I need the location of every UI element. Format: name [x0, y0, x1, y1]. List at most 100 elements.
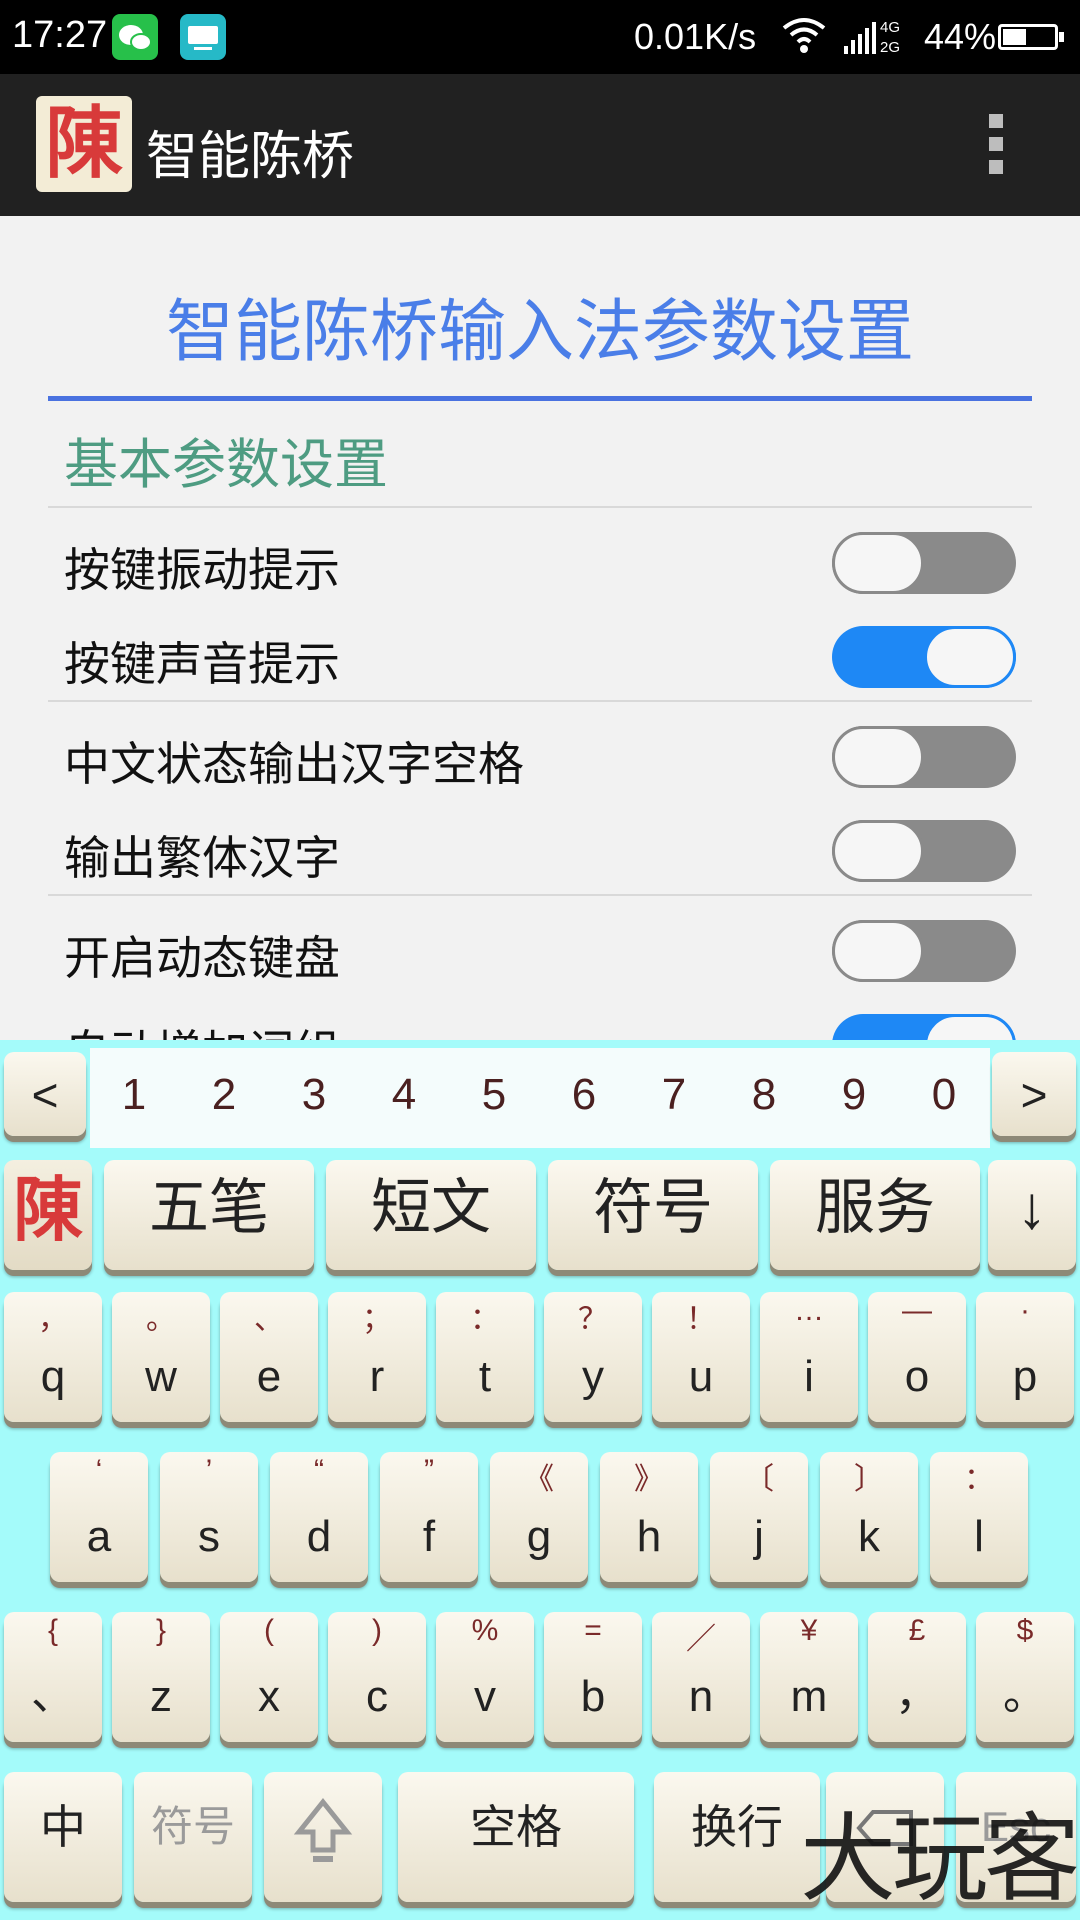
- key-primary-label: q: [40, 1352, 66, 1401]
- letter-key[interactable]: } z: [112, 1612, 210, 1742]
- letter-key[interactable]: % v: [436, 1612, 534, 1742]
- toggle-knob: [924, 1014, 1016, 1040]
- key-primary-label: p: [1012, 1352, 1038, 1401]
- app-title: 智能陈桥: [146, 127, 355, 187]
- shift-arrow-icon: [293, 1797, 353, 1862]
- letter-key[interactable]: ： t: [436, 1292, 534, 1422]
- key-secondary-label: …: [794, 1294, 824, 1327]
- key-secondary-label: —: [902, 1294, 932, 1327]
- candidate-prev-button[interactable]: <: [4, 1052, 86, 1136]
- letter-key[interactable]: ； r: [328, 1292, 426, 1422]
- app-logo: 陳: [36, 96, 132, 192]
- key-primary-label: x: [258, 1672, 280, 1721]
- setting-toggle[interactable]: [832, 1014, 1016, 1040]
- symbol-mode-key[interactable]: 符号: [134, 1772, 252, 1902]
- letter-key[interactable]: “d: [270, 1452, 368, 1582]
- setting-toggle[interactable]: [832, 920, 1016, 982]
- key-secondary-label: ／: [686, 1623, 716, 1656]
- number-key[interactable]: 7: [644, 1070, 704, 1120]
- setting-row[interactable]: 自动增加词组: [0, 1000, 1080, 1040]
- letter-key[interactable]: {、: [4, 1612, 102, 1742]
- key-secondary-label: ·: [1020, 1294, 1030, 1327]
- letter-key[interactable]: £，: [868, 1612, 966, 1742]
- key-primary-label: d: [306, 1512, 332, 1561]
- letter-key[interactable]: ， q: [4, 1292, 102, 1422]
- setting-label: 开启动态键盘: [64, 931, 340, 985]
- key-secondary-label: 。: [146, 1303, 176, 1336]
- toggle-knob: [832, 820, 924, 882]
- letter-key[interactable]: ) c: [328, 1612, 426, 1742]
- key-primary-label: g: [526, 1512, 552, 1561]
- key-primary-label: m: [790, 1672, 828, 1721]
- letter-key[interactable]: — o: [868, 1292, 966, 1422]
- enter-key[interactable]: 换行: [654, 1772, 820, 1902]
- key-primary-label: l: [974, 1512, 984, 1561]
- toggle-knob: [832, 920, 924, 982]
- letter-key[interactable]: … i: [760, 1292, 858, 1422]
- key-primary-label: v: [474, 1672, 496, 1721]
- number-key[interactable]: 1: [104, 1070, 164, 1120]
- letter-key[interactable]: ” f: [380, 1452, 478, 1582]
- setting-toggle[interactable]: [832, 820, 1016, 882]
- letter-key[interactable]: 》 h: [600, 1452, 698, 1582]
- letter-key[interactable]: 、 e: [220, 1292, 318, 1422]
- number-key[interactable]: 5: [464, 1070, 524, 1120]
- setting-row[interactable]: 开启动态键盘: [0, 906, 1080, 996]
- letter-key[interactable]: ： l: [930, 1452, 1028, 1582]
- key-secondary-label: ¥: [800, 1614, 818, 1647]
- setting-toggle[interactable]: [832, 626, 1016, 688]
- key-secondary-label: ‘: [95, 1454, 103, 1487]
- setting-row[interactable]: 按键声音提示: [0, 612, 1080, 702]
- number-key[interactable]: 6: [554, 1070, 614, 1120]
- page-title: 智能陈桥输入法参数设置: [165, 293, 914, 372]
- letter-key[interactable]: (x: [220, 1612, 318, 1742]
- cell-signal-icon: 4G 2G: [844, 16, 916, 56]
- number-key[interactable]: 2: [194, 1070, 254, 1120]
- letter-key[interactable]: 《 g: [490, 1452, 588, 1582]
- key-secondary-label: ？: [578, 1303, 608, 1336]
- setting-row[interactable]: 中文状态输出汉字空格: [0, 712, 1080, 802]
- ime-logo-button[interactable]: 陳: [4, 1160, 92, 1270]
- letter-key[interactable]: $。: [976, 1612, 1074, 1742]
- number-key[interactable]: 4: [374, 1070, 434, 1120]
- setting-toggle[interactable]: [832, 532, 1016, 594]
- overflow-menu-icon[interactable]: [986, 114, 1006, 178]
- key-primary-label: k: [858, 1512, 880, 1561]
- number-key[interactable]: 8: [734, 1070, 794, 1120]
- setting-label: 按键声音提示: [64, 637, 340, 691]
- letter-key[interactable]: ？ y: [544, 1292, 642, 1422]
- letter-key[interactable]: = b: [544, 1612, 642, 1742]
- letter-key[interactable]: · p: [976, 1292, 1074, 1422]
- letter-key[interactable]: 。 w: [112, 1292, 210, 1422]
- number-key[interactable]: 3: [284, 1070, 344, 1120]
- letter-key[interactable]: 〕 k: [820, 1452, 918, 1582]
- key-primary-label: i: [804, 1352, 814, 1401]
- key-secondary-label: {: [47, 1614, 59, 1647]
- candidate-next-button[interactable]: >: [992, 1052, 1076, 1136]
- letter-key[interactable]: ¥ m: [760, 1612, 858, 1742]
- key-primary-label: 。: [1003, 1670, 1047, 1719]
- setting-toggle[interactable]: [832, 726, 1016, 788]
- space-key[interactable]: 空格: [398, 1772, 634, 1902]
- letter-key[interactable]: ！ u: [652, 1292, 750, 1422]
- letter-key[interactable]: ‘a: [50, 1452, 148, 1582]
- shift-key[interactable]: [264, 1772, 382, 1902]
- symbols-button[interactable]: 符号: [548, 1160, 758, 1270]
- letter-key[interactable]: 〔 j: [710, 1452, 808, 1582]
- watermark: 大玩客: [800, 1803, 1080, 1915]
- wubi-button[interactable]: 五笔: [104, 1160, 314, 1270]
- number-key[interactable]: 0: [914, 1070, 974, 1120]
- key-secondary-label: (: [264, 1614, 274, 1647]
- setting-row[interactable]: 输出繁体汉字: [0, 806, 1080, 896]
- short-text-button[interactable]: 短文: [326, 1160, 536, 1270]
- setting-row[interactable]: 按键振动提示: [0, 518, 1080, 608]
- number-key[interactable]: 9: [824, 1070, 884, 1120]
- key-secondary-label: ’: [205, 1454, 213, 1487]
- services-button[interactable]: 服务: [770, 1160, 980, 1270]
- chinese-mode-key[interactable]: 中: [4, 1772, 122, 1902]
- letter-key[interactable]: ／ n: [652, 1612, 750, 1742]
- setting-label: 按键振动提示: [64, 543, 340, 597]
- key-primary-label: u: [688, 1352, 714, 1401]
- letter-key[interactable]: ’ s: [160, 1452, 258, 1582]
- hide-keyboard-button[interactable]: ↓: [988, 1160, 1076, 1270]
